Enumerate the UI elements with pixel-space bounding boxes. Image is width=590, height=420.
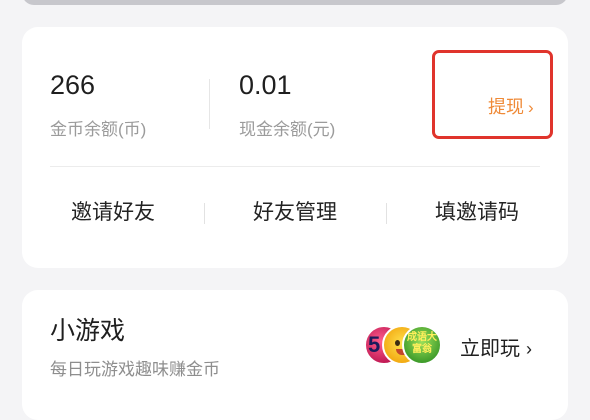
previous-card-edge	[22, 0, 568, 5]
play-now-button[interactable]: 立即玩 ›	[460, 335, 532, 363]
withdraw-label: 提现	[488, 97, 524, 117]
enter-invite-code-button[interactable]: 填邀请码	[386, 197, 568, 229]
wallet-card: 266 金币余额(币) 0.01 现金余额(元) 提现 › 邀请好友 好友管理 填…	[22, 27, 568, 268]
play-now-label: 立即玩	[460, 338, 520, 360]
game-icons-group: 5 成语大富翁	[364, 325, 454, 369]
game-5-icon-text: 5	[368, 332, 381, 357]
friend-actions: 邀请好友 好友管理 填邀请码	[22, 197, 568, 229]
chevron-right-icon: ›	[526, 339, 532, 359]
balance-divider	[209, 79, 210, 129]
coin-balance-value: 266	[50, 70, 96, 100]
manage-friends-button[interactable]: 好友管理	[204, 197, 386, 229]
section-divider	[50, 166, 540, 167]
idiom-game-icon: 成语大富翁	[402, 325, 442, 365]
mini-games-card[interactable]: 小游戏 每日玩游戏趣味赚金币 5 成语大富翁 立即玩 ›	[22, 290, 568, 420]
mini-games-title: 小游戏	[50, 317, 126, 345]
cash-balance-label: 现金余额(元)	[239, 120, 336, 139]
coin-balance-label: 金币余额(币)	[50, 120, 147, 139]
invite-friends-button[interactable]: 邀请好友	[22, 197, 204, 229]
withdraw-button[interactable]: 提现 ›	[488, 94, 534, 120]
smiley-eye	[395, 340, 400, 346]
idiom-game-icon-text: 成语大富翁	[407, 332, 437, 355]
chevron-right-icon: ›	[528, 98, 534, 117]
mini-games-subtitle: 每日玩游戏趣味赚金币	[50, 360, 220, 379]
cash-balance-value: 0.01	[239, 70, 292, 100]
